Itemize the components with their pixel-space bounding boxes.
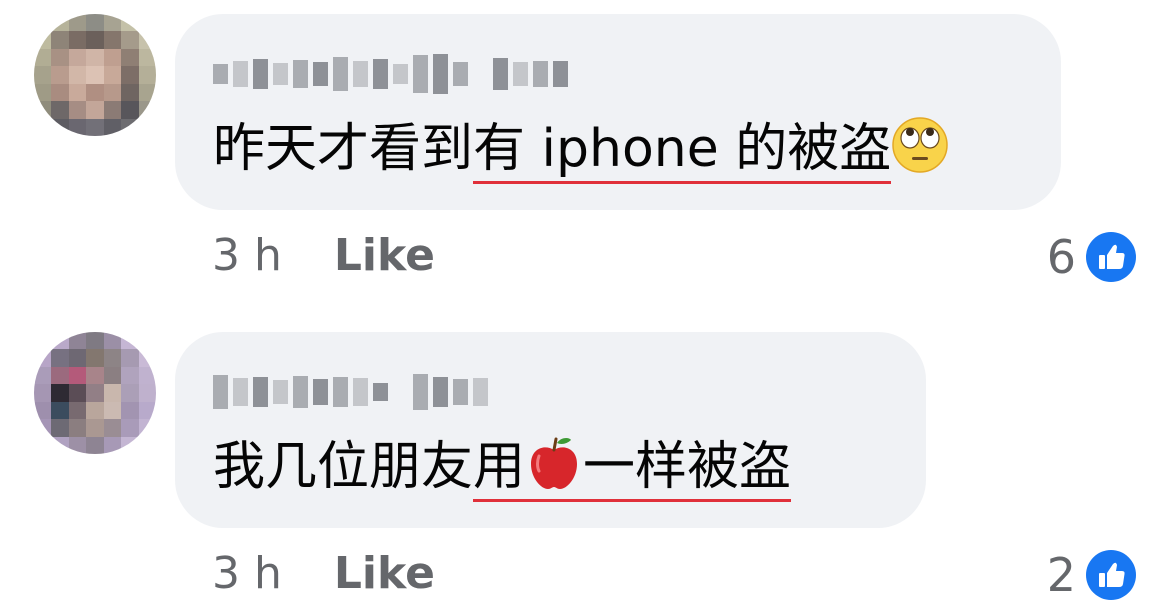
- comment-text-underlined: 用 一样被盗: [473, 434, 792, 502]
- thumbs-up-icon: [1086, 232, 1136, 282]
- reaction-count: 6: [1046, 230, 1076, 284]
- reaction-summary[interactable]: 2: [1047, 548, 1136, 602]
- face-with-rolling-eyes-icon: [891, 116, 949, 174]
- reaction-summary[interactable]: 6: [1047, 230, 1136, 284]
- thumbs-up-icon: [1086, 550, 1136, 600]
- like-button[interactable]: Like: [334, 230, 435, 281]
- comment-actions: 3 h Like: [212, 230, 435, 281]
- comment-text-underlined: 有 iphone 的被盗: [473, 119, 892, 184]
- timestamp[interactable]: 3 h: [212, 230, 282, 281]
- reaction-count: 2: [1046, 548, 1076, 602]
- author-name[interactable]: [213, 370, 488, 414]
- comment-bubble: 我几位朋友用 一样被盗: [175, 332, 926, 528]
- avatar[interactable]: [34, 332, 156, 454]
- comment-bubble: 昨天才看到有 iphone 的被盗: [175, 14, 1061, 210]
- comment-text-plain: 昨天才看到: [213, 119, 474, 179]
- comment-text: 我几位朋友用 一样被盗: [213, 434, 792, 502]
- comment-text-part: 用: [473, 437, 526, 497]
- avatar[interactable]: [34, 14, 156, 136]
- comment-text-part: 一样被盗: [583, 437, 792, 497]
- author-name[interactable]: [213, 52, 568, 96]
- red-apple-icon: [525, 434, 583, 492]
- timestamp[interactable]: 3 h: [212, 548, 282, 599]
- like-button[interactable]: Like: [334, 548, 435, 599]
- comment-text-plain: 我几位朋友: [213, 437, 474, 497]
- comment-actions: 3 h Like: [212, 548, 435, 599]
- comment-text: 昨天才看到有 iphone 的被盗: [213, 116, 949, 184]
